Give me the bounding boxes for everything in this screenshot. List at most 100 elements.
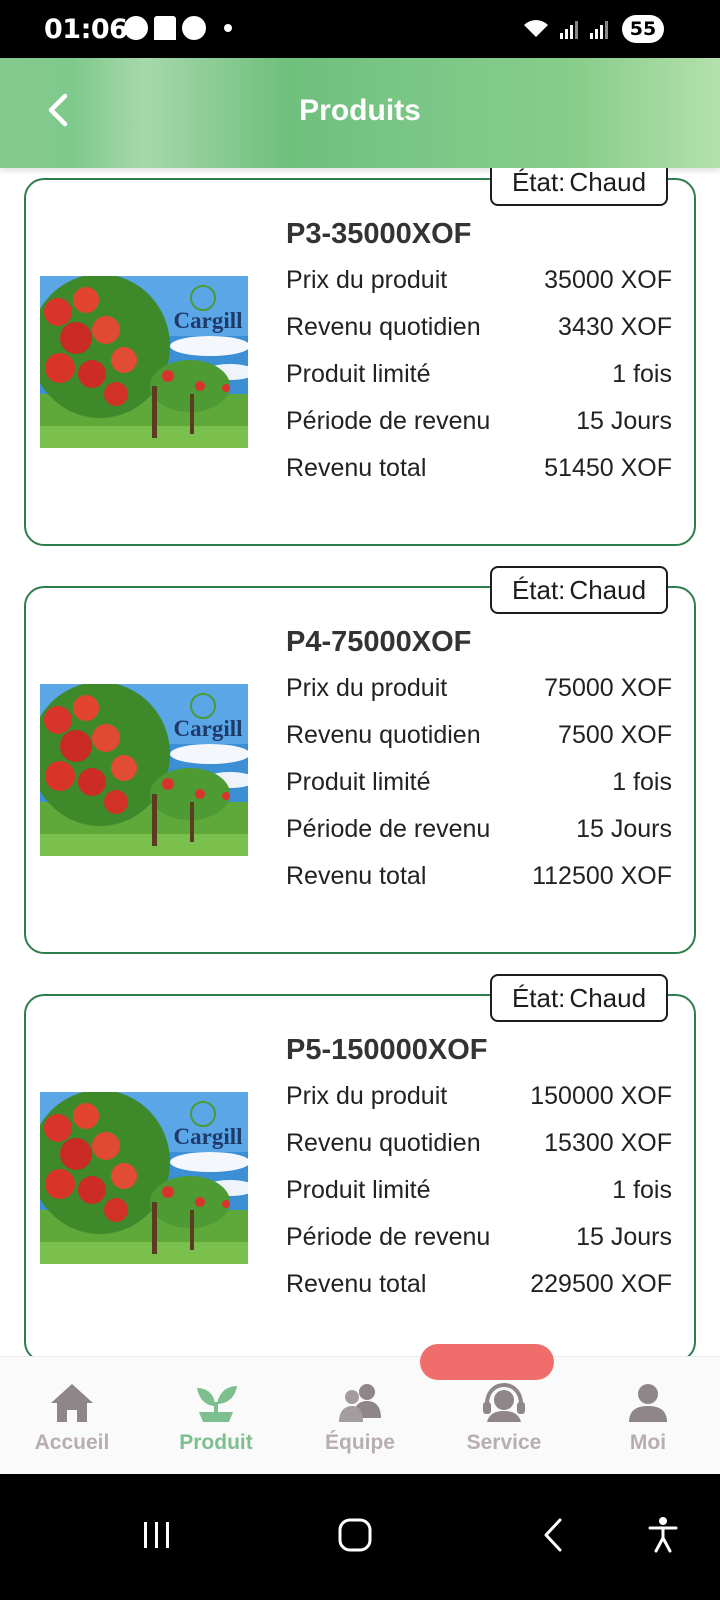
row-label: Période de revenu (286, 407, 491, 435)
product-info: P4-75000XOF Prix du produit 75000 XOF Rev… (286, 622, 672, 905)
state-badge: État: Chaud (490, 974, 668, 1022)
row-value: 15 Jours (576, 815, 672, 843)
home-nav-button[interactable] (320, 1500, 390, 1570)
brand-logo-text: Cargill (174, 308, 243, 333)
info-row: Revenu quotidien 15300 XOF (286, 1125, 672, 1172)
row-value: 15 Jours (576, 1223, 672, 1251)
nav-item-produit[interactable]: Produit (144, 1357, 288, 1474)
state-label: État: (511, 982, 566, 1013)
brand-logo-text: Cargill (174, 716, 243, 741)
row-label: Période de revenu (286, 815, 491, 843)
row-label: Produit limité (286, 360, 431, 388)
battery-indicator: 55 (622, 15, 664, 43)
row-value: 51450 XOF (544, 454, 672, 482)
page-title: Produits (299, 94, 421, 127)
user-icon (624, 1379, 672, 1427)
back-icon (544, 1518, 562, 1552)
row-value: 3430 XOF (558, 313, 672, 341)
product-card[interactable]: État: Chaud (24, 974, 696, 1362)
info-row: Produit limité 1 fois (286, 356, 672, 403)
nav-item-moi[interactable]: Moi (576, 1357, 720, 1474)
product-name: P3-35000XOF (286, 218, 472, 250)
recents-icon (144, 1522, 169, 1548)
info-row: Revenu quotidien 3430 XOF (286, 309, 672, 356)
row-value: 35000 XOF (544, 266, 672, 294)
more-notifications-dot (224, 24, 232, 32)
row-label: Revenu quotidien (286, 313, 481, 341)
state-label: État: (511, 168, 566, 197)
info-row: Revenu quotidien 7500 XOF (286, 717, 672, 764)
system-icons (522, 17, 610, 39)
row-label: Revenu total (286, 1270, 427, 1298)
notification-icons (124, 16, 232, 40)
product-image: Cargill (40, 1092, 248, 1264)
product-card[interactable]: État: Chaud (24, 168, 696, 546)
product-info: P5-150000XOF Prix du produit 150000 XOF R… (286, 1030, 672, 1313)
product-name: P5-150000XOF (286, 1034, 488, 1066)
nav-item-equipe[interactable]: Équipe (288, 1357, 432, 1474)
info-row: Revenu total 112500 XOF (286, 858, 672, 905)
floating-pill[interactable] (420, 1344, 554, 1380)
home-square-icon (338, 1518, 372, 1552)
row-value: 229500 XOF (530, 1270, 672, 1298)
accessibility-button[interactable] (628, 1500, 698, 1570)
app-header: Produits (0, 58, 720, 168)
product-card[interactable]: État: Chaud (24, 566, 696, 954)
nav-label: Équipe (324, 1431, 395, 1454)
mosque-icon (154, 16, 176, 40)
accessibility-icon (648, 1517, 678, 1553)
row-value: 75000 XOF (544, 674, 672, 702)
row-value: 1 fois (612, 1176, 672, 1204)
product-image: Cargill (40, 276, 248, 448)
info-row: Produit limité 1 fois (286, 1172, 672, 1219)
info-row: Période de revenu 15 Jours (286, 1219, 672, 1266)
row-value: 7500 XOF (558, 721, 672, 749)
nav-label: Moi (629, 1431, 667, 1454)
product-image: Cargill (40, 684, 248, 856)
state-value: Chaud (569, 574, 647, 605)
row-label: Prix du produit (286, 266, 448, 294)
info-row: Prix du produit 75000 XOF (286, 670, 672, 717)
product-list[interactable]: État: Chaud Cargill P3-35000XOF Prix du … (0, 168, 720, 1380)
info-row: Revenu total 51450 XOF (286, 450, 672, 497)
row-label: Revenu quotidien (286, 721, 481, 749)
product-info: P3-35000XOF Prix du produit 35000 XOF Rev… (286, 214, 672, 497)
row-label: Prix du produit (286, 1082, 448, 1110)
row-label: Revenu total (286, 454, 427, 482)
brand-logo-text: Cargill (174, 1124, 243, 1149)
viber-icon (124, 16, 148, 40)
info-row: Période de revenu 15 Jours (286, 403, 672, 450)
state-label: État: (511, 574, 566, 605)
row-value: 1 fois (612, 360, 672, 388)
state-badge: État: Chaud (490, 168, 668, 206)
status-bar: 01:06 55 (0, 0, 720, 58)
nav-item-accueil[interactable]: Accueil (0, 1357, 144, 1474)
signal-icon (590, 21, 608, 39)
info-row: Produit limité 1 fois (286, 764, 672, 811)
viber-icon (182, 16, 206, 40)
home-icon (48, 1379, 96, 1427)
bottom-nav: Accueil Produit Équipe Service Moi (0, 1356, 720, 1474)
info-row: Prix du produit 150000 XOF (286, 1078, 672, 1125)
wifi-icon (524, 20, 548, 37)
row-label: Revenu total (286, 862, 427, 890)
nav-label: Service (466, 1431, 542, 1454)
row-value: 112500 XOF (532, 862, 672, 890)
state-badge: État: Chaud (490, 566, 668, 614)
info-row: Période de revenu 15 Jours (286, 811, 672, 858)
team-icon (336, 1379, 384, 1427)
row-value: 1 fois (612, 768, 672, 796)
state-value: Chaud (569, 982, 647, 1013)
row-value: 15 Jours (576, 407, 672, 435)
state-value: Chaud (569, 168, 647, 197)
nav-label: Produit (179, 1431, 253, 1454)
row-value: 150000 XOF (530, 1082, 672, 1110)
info-row: Revenu total 229500 XOF (286, 1266, 672, 1313)
row-label: Prix du produit (286, 674, 448, 702)
product-name: P4-75000XOF (286, 626, 472, 658)
headset-icon (480, 1379, 528, 1427)
back-nav-button[interactable] (518, 1500, 588, 1570)
row-label: Produit limité (286, 768, 431, 796)
recents-button[interactable] (122, 1500, 192, 1570)
nav-label: Accueil (34, 1431, 110, 1454)
